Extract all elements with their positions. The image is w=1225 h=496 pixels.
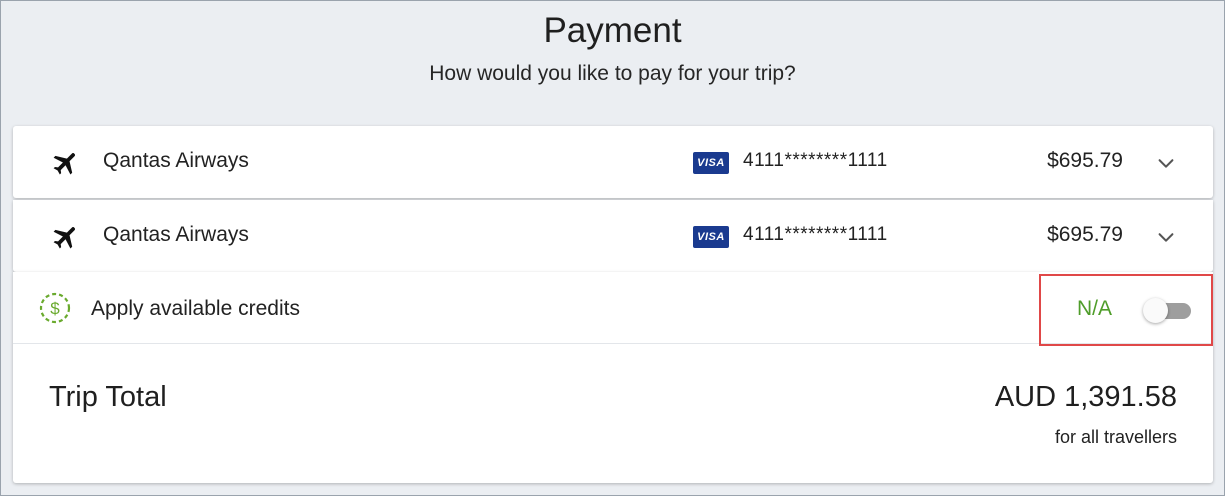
card-number: 4111********1111 <box>743 224 888 245</box>
page-subtitle: How would you like to pay for your trip? <box>429 62 796 85</box>
payment-header: Payment How would you like to pay for yo… <box>1 1 1224 119</box>
page-title: Payment <box>543 11 682 50</box>
plane-icon <box>53 153 75 175</box>
trip-total-label: Trip Total <box>49 381 167 413</box>
summary-card: $ Apply available credits N/A Trip Total… <box>13 272 1213 483</box>
card-number: 4111********1111 <box>743 150 888 171</box>
toggle-thumb <box>1143 298 1168 323</box>
credits-row: $ Apply available credits N/A <box>13 272 1213 346</box>
trip-total-amount: AUD 1,391.58 <box>994 381 1177 413</box>
flight-payment-row[interactable]: Qantas Airways VISA 4111********1111 $69… <box>13 200 1213 272</box>
credits-value: N/A <box>1077 297 1113 320</box>
flight-amount: $695.79 <box>1047 223 1123 246</box>
apply-credits-toggle[interactable] <box>1143 298 1193 323</box>
dollar-circle-icon: $ <box>39 292 71 324</box>
plane-icon <box>53 227 75 249</box>
chevron-down-icon[interactable] <box>1155 152 1177 174</box>
flight-amount: $695.79 <box>1047 149 1123 172</box>
airline-name: Qantas Airways <box>103 223 249 246</box>
chevron-down-icon[interactable] <box>1155 226 1177 248</box>
trip-total-note: for all travellers <box>1054 427 1177 447</box>
visa-card-icon: VISA <box>693 152 729 174</box>
airline-name: Qantas Airways <box>103 149 249 172</box>
flight-payment-row[interactable]: Qantas Airways VISA 4111********1111 $69… <box>13 126 1213 198</box>
credits-label: Apply available credits <box>91 297 300 320</box>
svg-text:$: $ <box>50 299 60 318</box>
visa-card-icon: VISA <box>693 226 729 248</box>
